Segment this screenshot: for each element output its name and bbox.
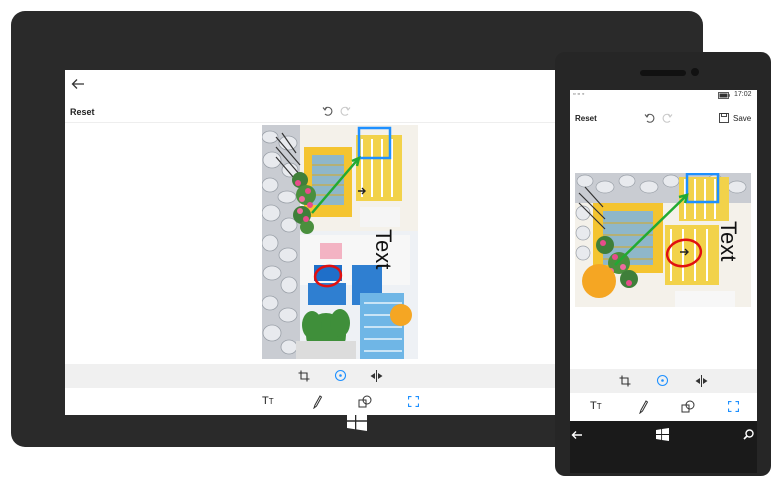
back-arrow-icon[interactable] [70,76,86,92]
phone-device: ▫ ▫ ◦ 17:02 Reset Save Text TT [555,52,771,476]
phone-camera [691,68,699,76]
shape-icon[interactable] [681,400,695,413]
rotate-icon[interactable] [656,374,669,387]
crop-icon[interactable] [619,375,631,387]
notification-icons: ▫ ▫ ◦ [573,91,585,98]
text-tool-icon[interactable]: TT [590,400,602,412]
text-tool-icon[interactable]: TT [262,395,274,407]
undo-icon[interactable] [644,112,656,124]
photo-canvas[interactable]: Text [575,173,751,307]
annotation-toolbar: TT [570,394,757,420]
undo-icon[interactable] [322,105,334,117]
overlay-text-annotation[interactable]: Text [716,221,741,261]
flip-icon[interactable] [370,370,383,382]
rotate-icon[interactable] [334,369,347,382]
crop-icon[interactable] [298,370,310,382]
overlay-text-annotation[interactable]: Text [371,229,396,269]
phone-navigation-bar [570,421,757,473]
edited-photo: Text [575,173,751,307]
edited-photo: Text [262,125,418,359]
status-time: 17:02 [734,91,752,98]
flip-icon[interactable] [695,375,708,387]
reset-button[interactable]: Reset [70,107,95,117]
edit-mode-tabs [570,369,757,393]
phone-screen: ▫ ▫ ◦ 17:02 Reset Save Text TT [570,90,757,473]
pen-icon[interactable] [311,395,323,409]
shape-icon[interactable] [358,395,372,408]
photo-canvas[interactable]: Text [262,125,418,359]
tablet-screen: Reset Text TT [65,70,585,415]
save-icon[interactable] [719,113,729,123]
annotation-toolbar: TT [65,389,585,415]
reset-button[interactable]: Reset [575,114,597,123]
battery-icon [718,92,730,99]
select-icon[interactable] [408,396,419,407]
tablet-title-bar [65,70,585,100]
redo-icon[interactable] [339,105,351,117]
redo-icon[interactable] [661,112,673,124]
select-icon[interactable] [728,401,739,412]
status-bar: ▫ ▫ ◦ 17:02 [570,90,757,102]
edit-mode-tabs [65,364,585,388]
windows-logo-icon[interactable] [347,411,367,431]
pen-icon[interactable] [637,400,649,414]
search-icon[interactable] [743,429,754,440]
windows-logo-icon[interactable] [656,428,669,441]
phone-speaker [640,70,686,76]
tablet-toolbar: Reset [65,102,585,123]
back-arrow-icon[interactable] [571,430,583,440]
phone-toolbar: Reset Save [570,110,757,128]
save-button[interactable]: Save [733,114,751,123]
